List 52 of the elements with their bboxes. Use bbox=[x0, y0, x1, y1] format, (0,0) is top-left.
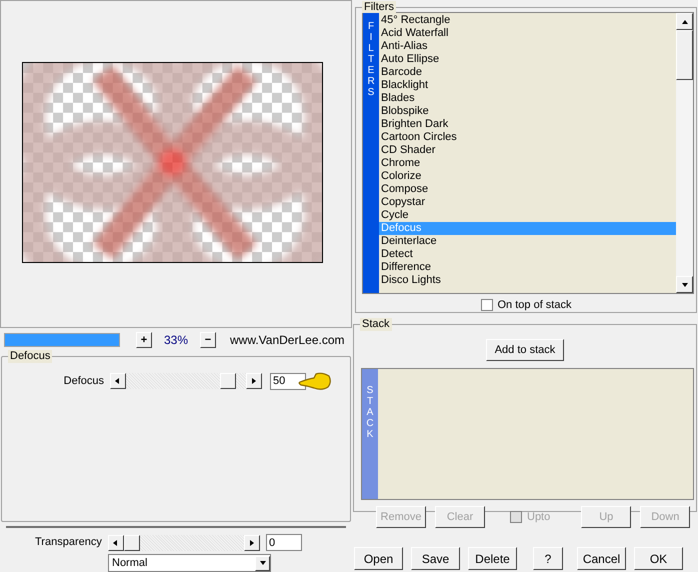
scroll-left-button[interactable] bbox=[108, 534, 124, 551]
filter-item[interactable]: Chrome bbox=[379, 157, 676, 170]
zoom-percentage: 33% bbox=[162, 332, 190, 350]
dialog-button[interactable]: Save bbox=[411, 547, 460, 570]
filter-item[interactable]: Auto Ellipse bbox=[379, 53, 676, 66]
filters-sidebar: FILTERS bbox=[363, 13, 379, 293]
scroll-right-button[interactable] bbox=[246, 373, 262, 390]
scroll-left-button[interactable] bbox=[110, 373, 126, 390]
filter-item[interactable]: Disco Lights bbox=[379, 274, 676, 287]
filter-item[interactable]: 45° Rectangle bbox=[379, 14, 676, 27]
value-field[interactable]: 0 bbox=[266, 534, 302, 552]
filter-item[interactable]: Compose bbox=[379, 183, 676, 196]
dialog-button[interactable]: Delete bbox=[468, 547, 517, 570]
filter-item[interactable]: Deinterlace bbox=[379, 235, 676, 248]
filter-item[interactable]: Brighten Dark bbox=[379, 118, 676, 131]
group-title: Stack bbox=[360, 318, 392, 331]
add-to-stack-button[interactable]: Add to stack bbox=[486, 339, 564, 361]
slider-thumb[interactable] bbox=[124, 534, 140, 551]
slider-label: Transparency bbox=[35, 535, 101, 550]
transparency-slider[interactable] bbox=[124, 534, 244, 551]
dialog-button[interactable]: ? bbox=[533, 547, 563, 570]
on-top-checkbox[interactable]: On top of stack bbox=[356, 297, 696, 314]
dialog-button[interactable]: Open bbox=[354, 547, 403, 570]
zoom-in-button[interactable]: + bbox=[136, 332, 152, 348]
filter-item[interactable]: Anti-Alias bbox=[379, 40, 676, 53]
filter-item[interactable]: Copystar bbox=[379, 196, 676, 209]
filter-item[interactable]: Cartoon Circles bbox=[379, 131, 676, 144]
dialog-button[interactable]: OK bbox=[634, 547, 683, 570]
dialog-button[interactable]: Cancel bbox=[577, 547, 626, 570]
scrollbar[interactable] bbox=[676, 13, 693, 293]
filter-item[interactable]: Detect bbox=[379, 248, 676, 261]
filter-item[interactable]: Blobspike bbox=[379, 105, 676, 118]
filter-item[interactable]: Blacklight bbox=[379, 79, 676, 92]
website-link[interactable]: www.VanDerLee.com bbox=[230, 331, 344, 350]
filter-item[interactable]: Difference bbox=[379, 261, 676, 274]
filter-item[interactable]: Barcode bbox=[379, 66, 676, 79]
filter-item[interactable]: Acid Waterfall bbox=[379, 27, 676, 40]
filter-item[interactable]: Colorize bbox=[379, 170, 676, 183]
filter-item[interactable]: Cycle bbox=[379, 209, 676, 222]
filter-item[interactable]: Blades bbox=[379, 92, 676, 105]
slider-label: Defocus bbox=[62, 374, 104, 389]
scrollbar-thumb[interactable] bbox=[676, 30, 693, 80]
defocus-slider[interactable] bbox=[126, 373, 246, 390]
scroll-right-button[interactable] bbox=[244, 534, 260, 551]
zoom-out-button[interactable]: − bbox=[200, 332, 216, 348]
filter-item[interactable]: CD Shader bbox=[379, 144, 676, 157]
group-title: Defocus bbox=[8, 350, 52, 364]
group-title: Filters bbox=[362, 1, 396, 13]
stack-sidebar: STACK bbox=[362, 369, 378, 499]
slider-thumb[interactable] bbox=[220, 373, 236, 390]
blend-mode-dropdown[interactable]: Normal bbox=[108, 554, 271, 572]
value-field[interactable]: 50 bbox=[270, 372, 306, 390]
